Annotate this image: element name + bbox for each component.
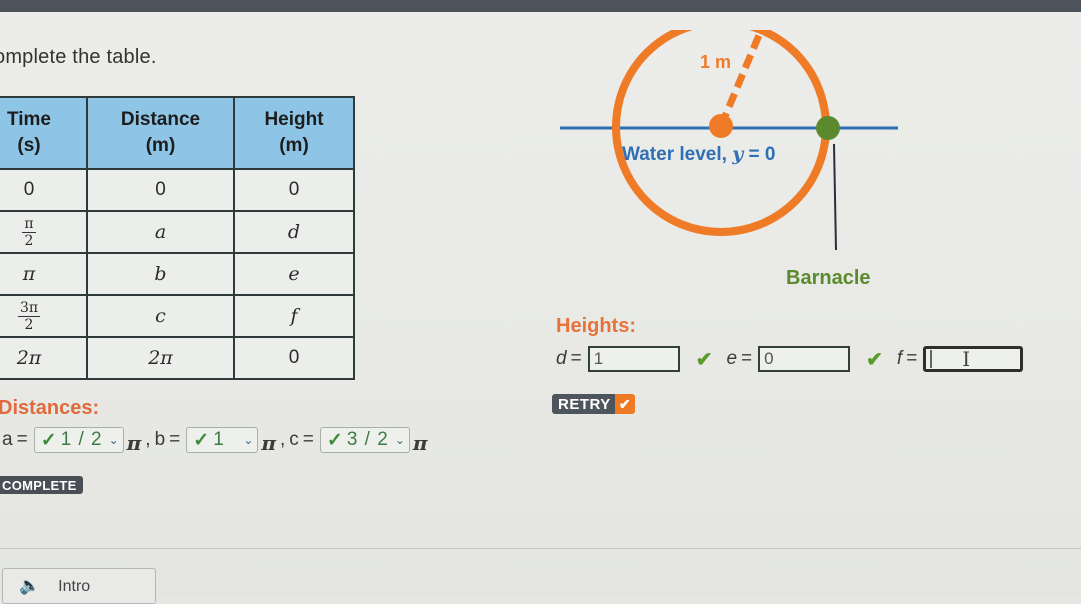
distance-cell: a	[86, 210, 235, 254]
barnacle-label: Barnacle	[786, 267, 871, 289]
var-e: e	[726, 348, 738, 369]
distance-cell: 0	[86, 168, 235, 212]
distance-cell: b	[86, 252, 235, 296]
var-c: c	[289, 429, 299, 450]
checkmark-icon: ✔	[614, 394, 635, 414]
pi-symbol: π	[412, 431, 428, 455]
check-icon: ✓	[193, 429, 210, 451]
a-dropdown[interactable]: ✓ 1 / 2 ⌄	[33, 427, 124, 453]
chevron-down-icon: ⌄	[394, 433, 405, 447]
a-selected-value: 1 / 2	[60, 429, 103, 450]
radius-dashed-line	[717, 30, 765, 128]
var-d: d	[556, 348, 567, 369]
table-row: 2π 2π 0	[0, 336, 355, 380]
time-cell: π	[0, 252, 88, 296]
c-dropdown[interactable]: ✓ 3 / 2 ⌄	[319, 427, 410, 453]
values-table: Time (s) Distance (m) Height (m) 0 0 0 π2 a…	[0, 96, 355, 380]
equals-sign: =	[741, 348, 753, 369]
check-icon: ✔	[866, 348, 883, 371]
b-selected-value: 1	[213, 429, 238, 450]
table-row: 0 0 0	[0, 168, 355, 212]
radius-label: 1 m	[700, 52, 731, 72]
instruction-text: omplete the table.	[0, 46, 157, 68]
comma: ,	[145, 429, 151, 450]
pi-symbol: π	[126, 431, 142, 455]
time-cell: π2	[0, 210, 88, 254]
distances-heading: Distances:	[0, 397, 100, 419]
distance-cell: 2π	[86, 336, 235, 380]
ibeam-cursor-icon: I	[962, 347, 971, 371]
var-f: f	[896, 348, 903, 369]
barnacle-pointer-line	[833, 143, 837, 251]
height-cell: 0	[233, 336, 355, 380]
comma: ,	[280, 429, 286, 450]
heights-heading: Heights:	[556, 315, 636, 337]
wheel-center-dot	[709, 114, 733, 138]
barnacle-dot	[816, 116, 840, 140]
footer-divider	[0, 548, 1081, 549]
header-height: Height (m)	[233, 96, 355, 170]
check-icon: ✓	[326, 429, 343, 451]
equals-sign: =	[570, 348, 582, 369]
header-time: Time (s)	[0, 96, 88, 170]
intro-label: Intro	[58, 578, 91, 595]
height-cell: d	[233, 210, 355, 254]
chevron-down-icon: ⌄	[108, 433, 119, 447]
complete-badge: COMPLETE	[0, 476, 83, 494]
distances-answer-row: a = ✓ 1 / 2 ⌄ π , b = ✓ 1 ⌄ π , c = ✓ 3 …	[2, 424, 432, 456]
water-level-label: Water level, y = 0	[622, 143, 775, 165]
height-cell: f	[233, 294, 355, 338]
table-row: 3π 2 c f	[0, 294, 355, 338]
browser-top-bar	[0, 0, 1081, 12]
water-wheel-diagram: 1 m Water level, y = 0 Barnacle	[560, 30, 898, 289]
height-cell: 0	[233, 168, 355, 212]
equals-sign: =	[16, 429, 28, 450]
distance-cell: c	[86, 294, 235, 338]
check-icon: ✓	[40, 429, 57, 451]
f-input[interactable]: I	[923, 346, 1024, 372]
equals-sign: =	[169, 429, 181, 450]
retry-button[interactable]: RETRY ✔	[552, 394, 635, 414]
intro-button[interactable]: 🔈 Intro	[2, 568, 156, 604]
text-caret	[930, 350, 933, 368]
speaker-icon: 🔈	[19, 576, 41, 595]
time-cell: 3π 2	[0, 294, 88, 338]
time-cell: 0	[0, 168, 88, 212]
header-distance: Distance (m)	[86, 96, 235, 170]
pi-symbol: π	[261, 431, 277, 455]
time-cell: 2π	[0, 336, 88, 380]
table-header-row: Time (s) Distance (m) Height (m)	[0, 96, 355, 170]
table-row: π2 a d	[0, 210, 355, 254]
var-b: b	[154, 429, 166, 450]
retry-label: RETRY	[552, 394, 615, 414]
heights-answer-row: d = 1 ✔ e = 0 ✔ f = I	[556, 343, 1024, 375]
e-input[interactable]: 0	[758, 346, 851, 372]
check-icon: ✔	[695, 348, 713, 371]
var-a: a	[2, 429, 13, 450]
equals-sign: =	[906, 348, 918, 369]
height-cell: e	[233, 252, 355, 296]
d-input[interactable]: 1	[587, 346, 680, 372]
c-selected-value: 3 / 2	[346, 429, 389, 450]
equals-sign: =	[302, 429, 314, 450]
chevron-down-icon: ⌄	[243, 433, 254, 447]
b-dropdown[interactable]: ✓ 1 ⌄	[186, 427, 259, 453]
table-row: π b e	[0, 252, 355, 296]
